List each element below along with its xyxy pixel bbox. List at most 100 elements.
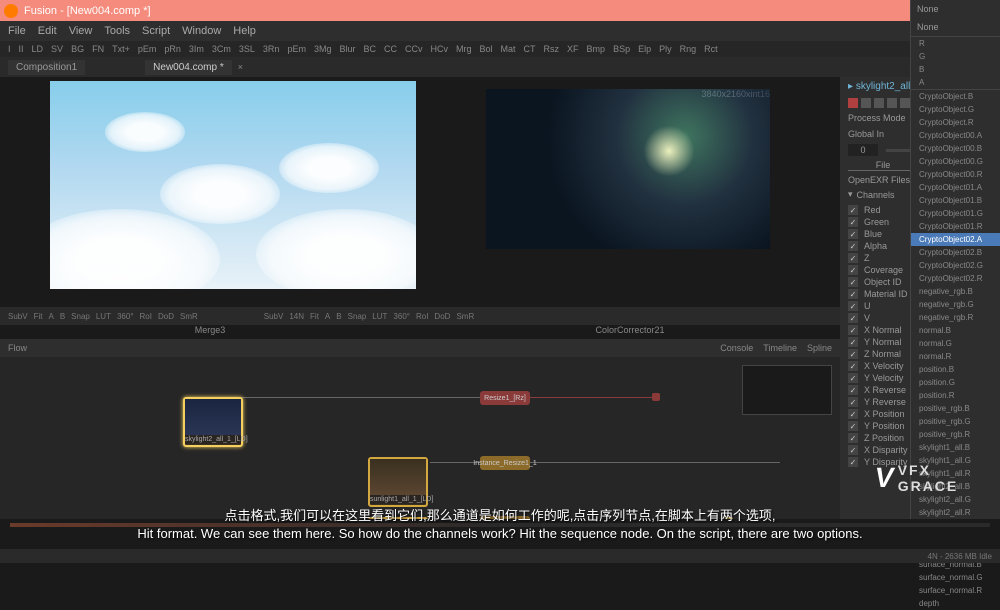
checkbox-icon[interactable]: ✓ <box>848 361 858 371</box>
tool-item[interactable]: XF <box>567 44 579 54</box>
crypto-item[interactable]: CryptoObject00.G <box>911 155 1000 168</box>
vt2-dod[interactable]: DoD <box>434 312 450 321</box>
vt-dod[interactable]: DoD <box>158 312 174 321</box>
vt-a[interactable]: A <box>48 312 53 321</box>
tool-item[interactable]: CT <box>524 44 536 54</box>
vt-roi[interactable]: RoI <box>140 312 152 321</box>
menu-script[interactable]: Script <box>142 25 170 37</box>
tool-item[interactable]: Ply <box>659 44 672 54</box>
viewer1-image[interactable] <box>50 81 416 289</box>
crypto-item[interactable]: CryptoObject.B <box>911 90 1000 103</box>
crypto-item[interactable]: CryptoObject.G <box>911 103 1000 116</box>
tool-item[interactable]: Elp <box>638 44 651 54</box>
vt2-snap[interactable]: Snap <box>348 312 367 321</box>
inspector-tab-icon[interactable] <box>900 98 910 108</box>
menu-tools[interactable]: Tools <box>104 25 130 37</box>
node-dot[interactable] <box>652 393 660 401</box>
crypto-item[interactable]: normal.G <box>911 337 1000 350</box>
checkbox-icon[interactable]: ✓ <box>848 337 858 347</box>
tool-item[interactable]: HCv <box>431 44 449 54</box>
tool-item[interactable]: 3SL <box>239 44 255 54</box>
crypto-item[interactable]: CryptoObject00.B <box>911 142 1000 155</box>
checkbox-icon[interactable]: ✓ <box>848 433 858 443</box>
crypto-item[interactable]: normal.B <box>911 324 1000 337</box>
crypto-item[interactable]: CryptoObject02.R <box>911 272 1000 285</box>
crypto-item[interactable]: CryptoObject01.A <box>911 181 1000 194</box>
crypto-item[interactable]: CryptoObject00.R <box>911 168 1000 181</box>
checkbox-icon[interactable]: ✓ <box>848 289 858 299</box>
inspector-tab-icon[interactable] <box>874 98 884 108</box>
checkbox-icon[interactable]: ✓ <box>848 277 858 287</box>
vt-smr[interactable]: SmR <box>180 312 198 321</box>
vt-fit[interactable]: Fit <box>34 312 43 321</box>
crypto-item[interactable]: CryptoObject01.B <box>911 194 1000 207</box>
menu-window[interactable]: Window <box>182 25 221 37</box>
tab-comp2[interactable]: New004.comp * <box>145 60 232 75</box>
tool-item[interactable]: SV <box>51 44 63 54</box>
tool-item[interactable]: BG <box>71 44 84 54</box>
flow-tab-timeline[interactable]: Timeline <box>763 343 797 353</box>
crypto-item[interactable]: CryptoObject02.G <box>911 259 1000 272</box>
vt2-b[interactable]: B <box>336 312 341 321</box>
crypto-item[interactable]: positive_rgb.B <box>911 402 1000 415</box>
checkbox-icon[interactable]: ✓ <box>848 349 858 359</box>
menu-help[interactable]: Help <box>233 25 256 37</box>
checkbox-icon[interactable]: ✓ <box>848 229 858 239</box>
tool-item[interactable]: 3Im <box>189 44 204 54</box>
tool-item[interactable]: Bol <box>480 44 493 54</box>
vt2-smr[interactable]: SmR <box>456 312 474 321</box>
flow-tab-console[interactable]: Console <box>720 343 753 353</box>
menu-file[interactable]: File <box>8 25 26 37</box>
crypto-item[interactable]: CryptoObject.R <box>911 116 1000 129</box>
checkbox-icon[interactable]: ✓ <box>848 241 858 251</box>
tool-item[interactable]: BC <box>363 44 376 54</box>
checkbox-icon[interactable]: ✓ <box>848 313 858 323</box>
tool-item[interactable]: pRn <box>164 44 181 54</box>
crypto-item[interactable]: depth <box>911 597 1000 610</box>
vt-subv[interactable]: SubV <box>8 312 28 321</box>
viewer-1[interactable]: 1920x1080xfloat16 <box>50 81 416 303</box>
tool-item[interactable]: Blur <box>339 44 355 54</box>
crypto-item[interactable]: positive_rgb.R <box>911 428 1000 441</box>
vt-360[interactable]: 360° <box>117 312 134 321</box>
vt-b[interactable]: B <box>60 312 65 321</box>
close-tab-icon[interactable]: × <box>238 62 243 72</box>
tool-item[interactable]: II <box>19 44 24 54</box>
prop-value[interactable]: 0 <box>848 144 878 156</box>
viewer2-image[interactable] <box>486 89 770 249</box>
checkbox-icon[interactable]: ✓ <box>848 205 858 215</box>
tool-item[interactable]: CC <box>384 44 397 54</box>
checkbox-icon[interactable]: ✓ <box>848 421 858 431</box>
tool-item[interactable]: Rct <box>704 44 718 54</box>
tab-file[interactable]: File <box>848 160 918 171</box>
tool-item[interactable]: pEm <box>138 44 157 54</box>
crypto-item[interactable]: position.B <box>911 363 1000 376</box>
inspector-tab-icon[interactable] <box>848 98 858 108</box>
tool-item[interactable]: 3Rn <box>263 44 280 54</box>
checkbox-icon[interactable]: ✓ <box>848 397 858 407</box>
vt2-360[interactable]: 360° <box>393 312 410 321</box>
crypto-item[interactable]: CryptoObject02.B <box>911 246 1000 259</box>
menu-view[interactable]: View <box>69 25 93 37</box>
tool-item[interactable]: FN <box>92 44 104 54</box>
crypto-item[interactable]: surface_normal.R <box>911 584 1000 597</box>
tool-item[interactable]: LD <box>32 44 44 54</box>
vt-snap[interactable]: Snap <box>71 312 90 321</box>
node-instance-resize1[interactable]: Instance_Resize1_1 <box>480 456 530 470</box>
checkbox-icon[interactable]: ✓ <box>848 217 858 227</box>
menu-edit[interactable]: Edit <box>38 25 57 37</box>
crypto-item[interactable]: negative_rgb.R <box>911 311 1000 324</box>
checkbox-icon[interactable]: ✓ <box>848 301 858 311</box>
crypto-item[interactable]: positive_rgb.G <box>911 415 1000 428</box>
crypto-item[interactable]: surface_normal.G <box>911 571 1000 584</box>
tool-item[interactable]: pEm <box>287 44 306 54</box>
crypto-item[interactable]: normal.R <box>911 350 1000 363</box>
node-resize1[interactable]: Resize1_[Rz] <box>480 391 530 405</box>
viewer-2[interactable]: 3840x2160xint16 <box>486 89 770 303</box>
node-loader-sunlight[interactable]: sunlight1_all_1_[LD] <box>368 457 428 507</box>
crypto-item[interactable]: CryptoObject01.R <box>911 220 1000 233</box>
tool-item[interactable]: I <box>8 44 11 54</box>
vt2-subv[interactable]: SubV <box>264 312 284 321</box>
vt2-a[interactable]: A <box>325 312 330 321</box>
tool-item[interactable]: 3Mg <box>314 44 332 54</box>
